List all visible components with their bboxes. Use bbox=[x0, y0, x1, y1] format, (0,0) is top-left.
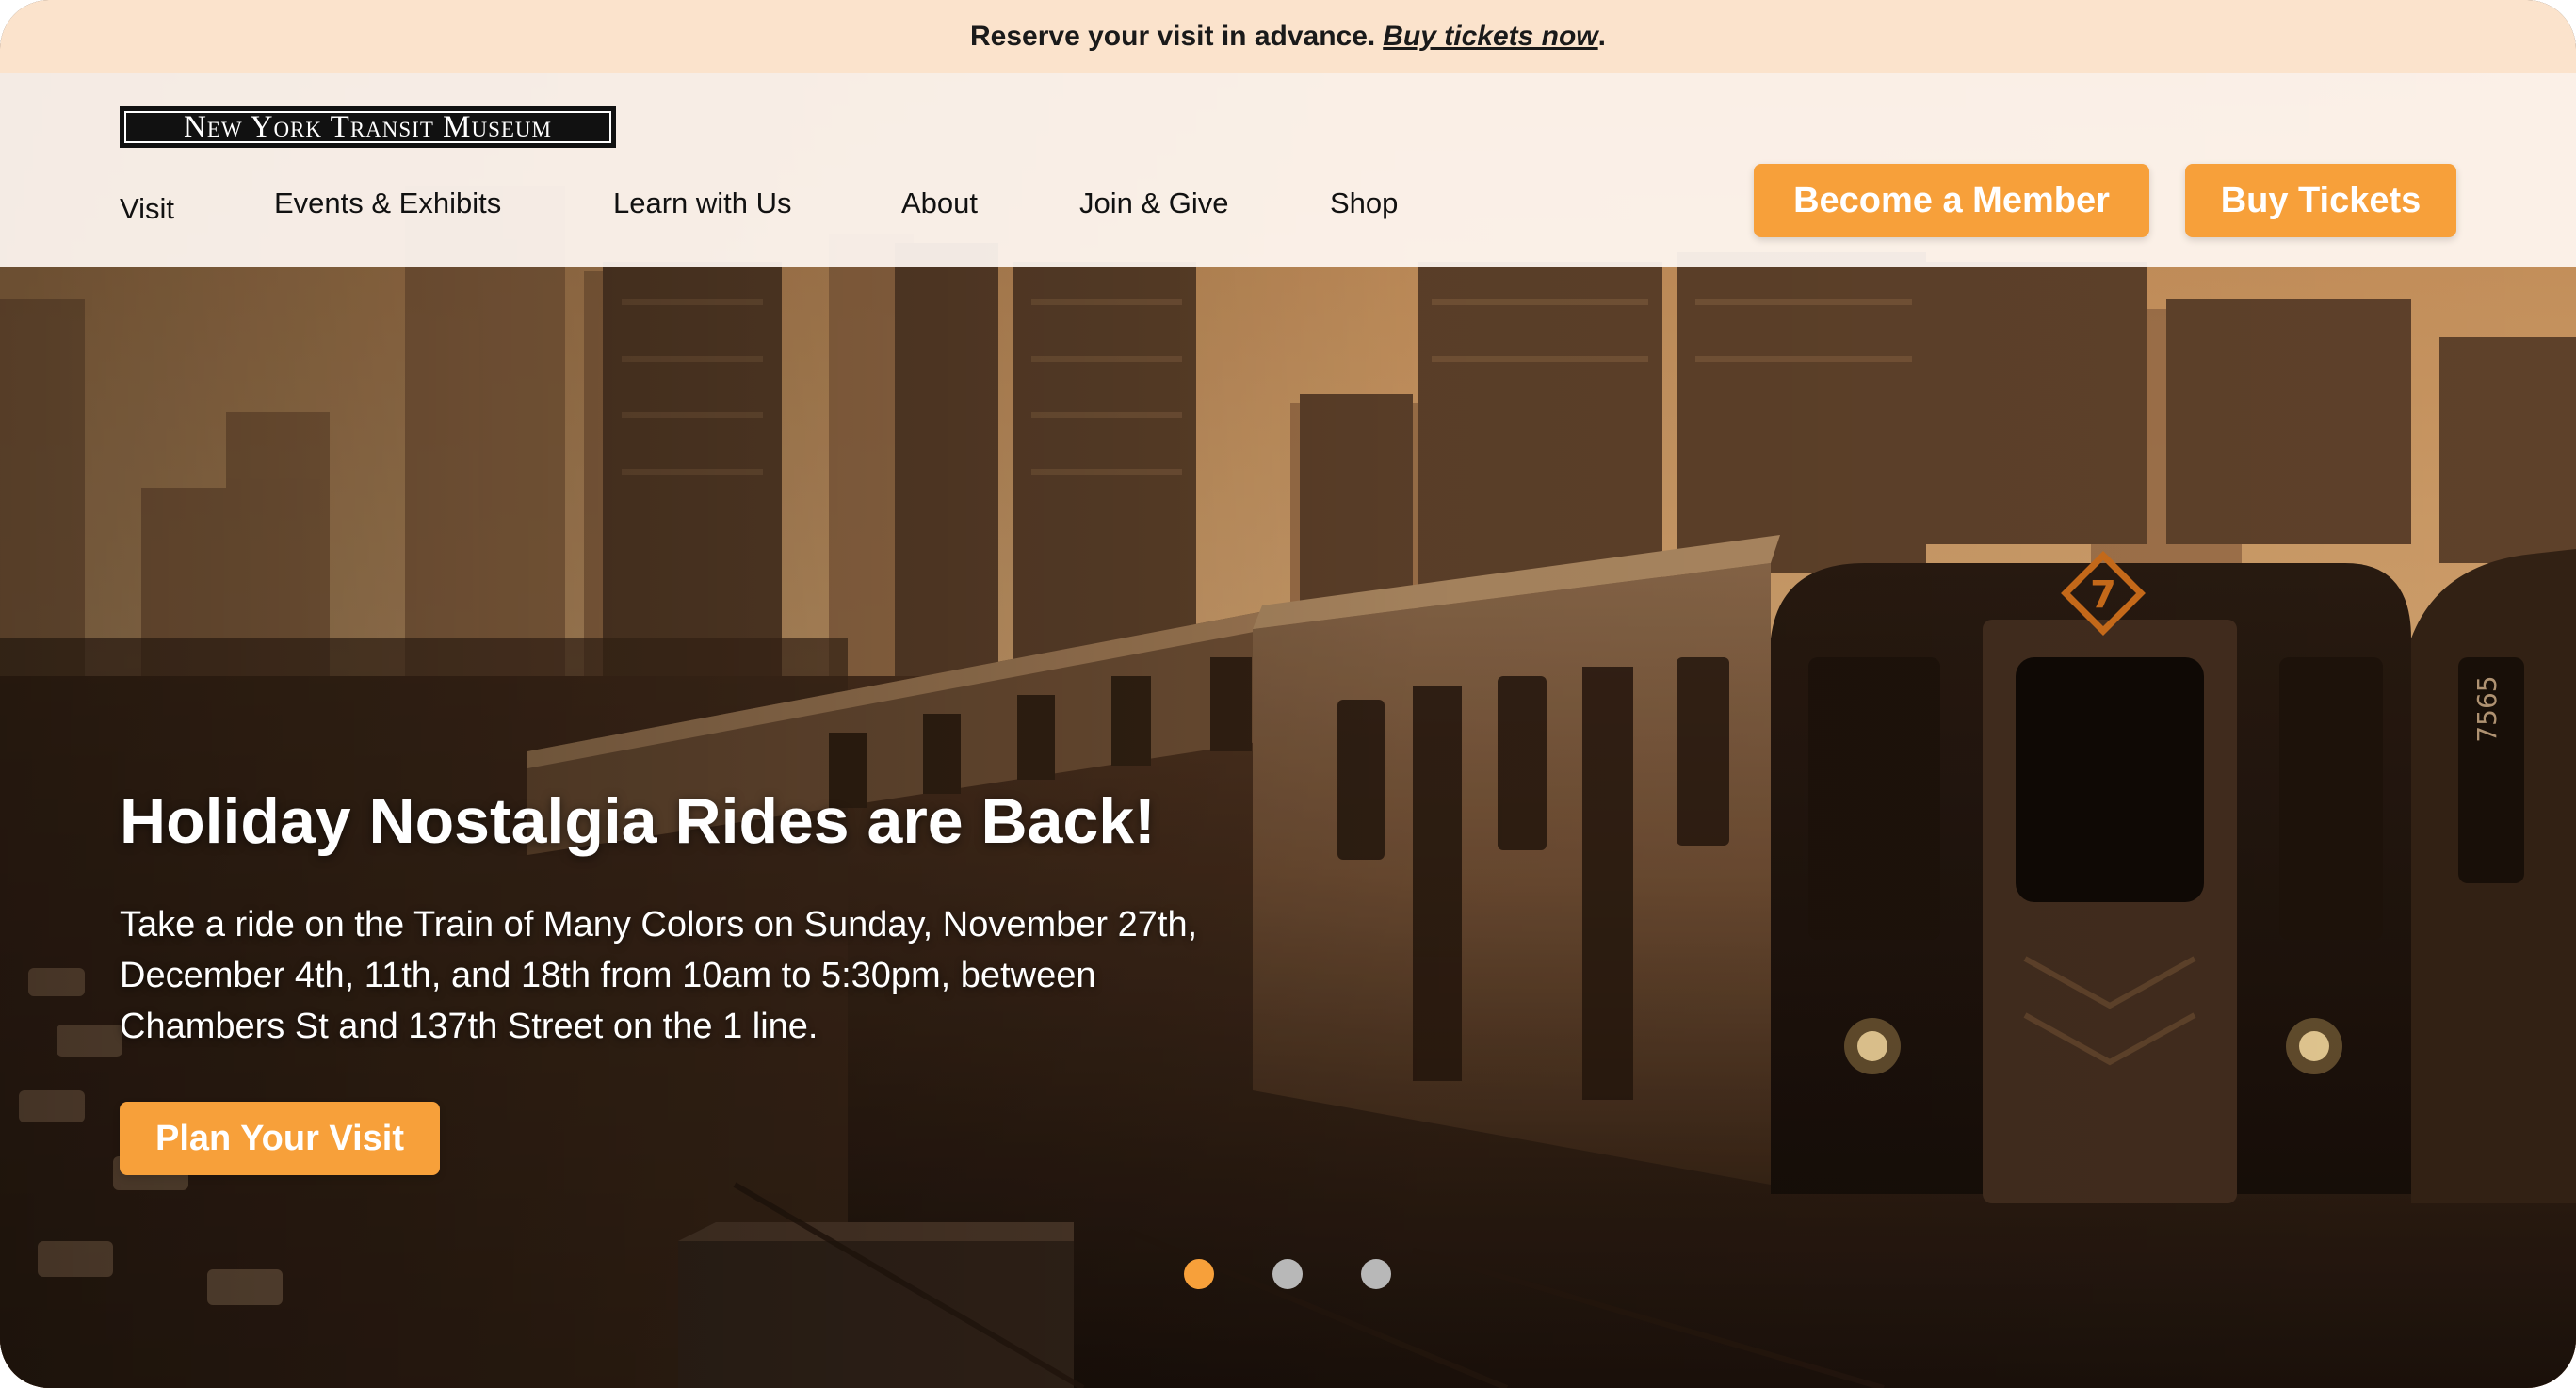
announcement-bar: Reserve your visit in advance. Buy ticke… bbox=[0, 0, 2576, 73]
hero-image: 7 7565 bbox=[0, 73, 2576, 1388]
plan-your-visit-button[interactable]: Plan Your Visit bbox=[120, 1102, 440, 1175]
announcement-suffix: . bbox=[1597, 21, 1606, 52]
nav-item-join-give[interactable]: Join & Give bbox=[1079, 186, 1229, 220]
site-header: New York Transit Museum Visit Events & E… bbox=[0, 73, 2576, 267]
hero-scene-illustration: 7 7565 bbox=[0, 73, 2576, 1388]
logo-text: New York Transit Museum bbox=[184, 109, 552, 144]
museum-logo[interactable]: New York Transit Museum bbox=[120, 106, 616, 148]
nav-item-events-exhibits[interactable]: Events & Exhibits bbox=[274, 186, 501, 220]
carousel-dot-1[interactable] bbox=[1184, 1259, 1214, 1289]
carousel-dot-2[interactable] bbox=[1272, 1259, 1303, 1289]
hero-body-text: Take a ride on the Train of Many Colors … bbox=[120, 905, 1198, 1046]
become-member-button[interactable]: Become a Member bbox=[1754, 164, 2149, 237]
buy-tickets-button[interactable]: Buy Tickets bbox=[2185, 164, 2456, 237]
browser-frame: Reserve your visit in advance. Buy ticke… bbox=[0, 0, 2576, 1388]
hero-headline: Holiday Nostalgia Rides are Back! bbox=[120, 785, 1156, 857]
buy-tickets-link[interactable]: Buy tickets now bbox=[1383, 21, 1597, 53]
carousel-dot-3[interactable] bbox=[1361, 1259, 1391, 1289]
nav-item-visit[interactable]: Visit bbox=[120, 192, 174, 226]
nav-item-learn-with-us[interactable]: Learn with Us bbox=[613, 186, 792, 220]
carousel-dots bbox=[1184, 1259, 1391, 1291]
announcement-text: Reserve your visit in advance. bbox=[970, 21, 1376, 52]
nav-item-shop[interactable]: Shop bbox=[1330, 186, 1398, 220]
nav-item-about[interactable]: About bbox=[901, 186, 978, 220]
